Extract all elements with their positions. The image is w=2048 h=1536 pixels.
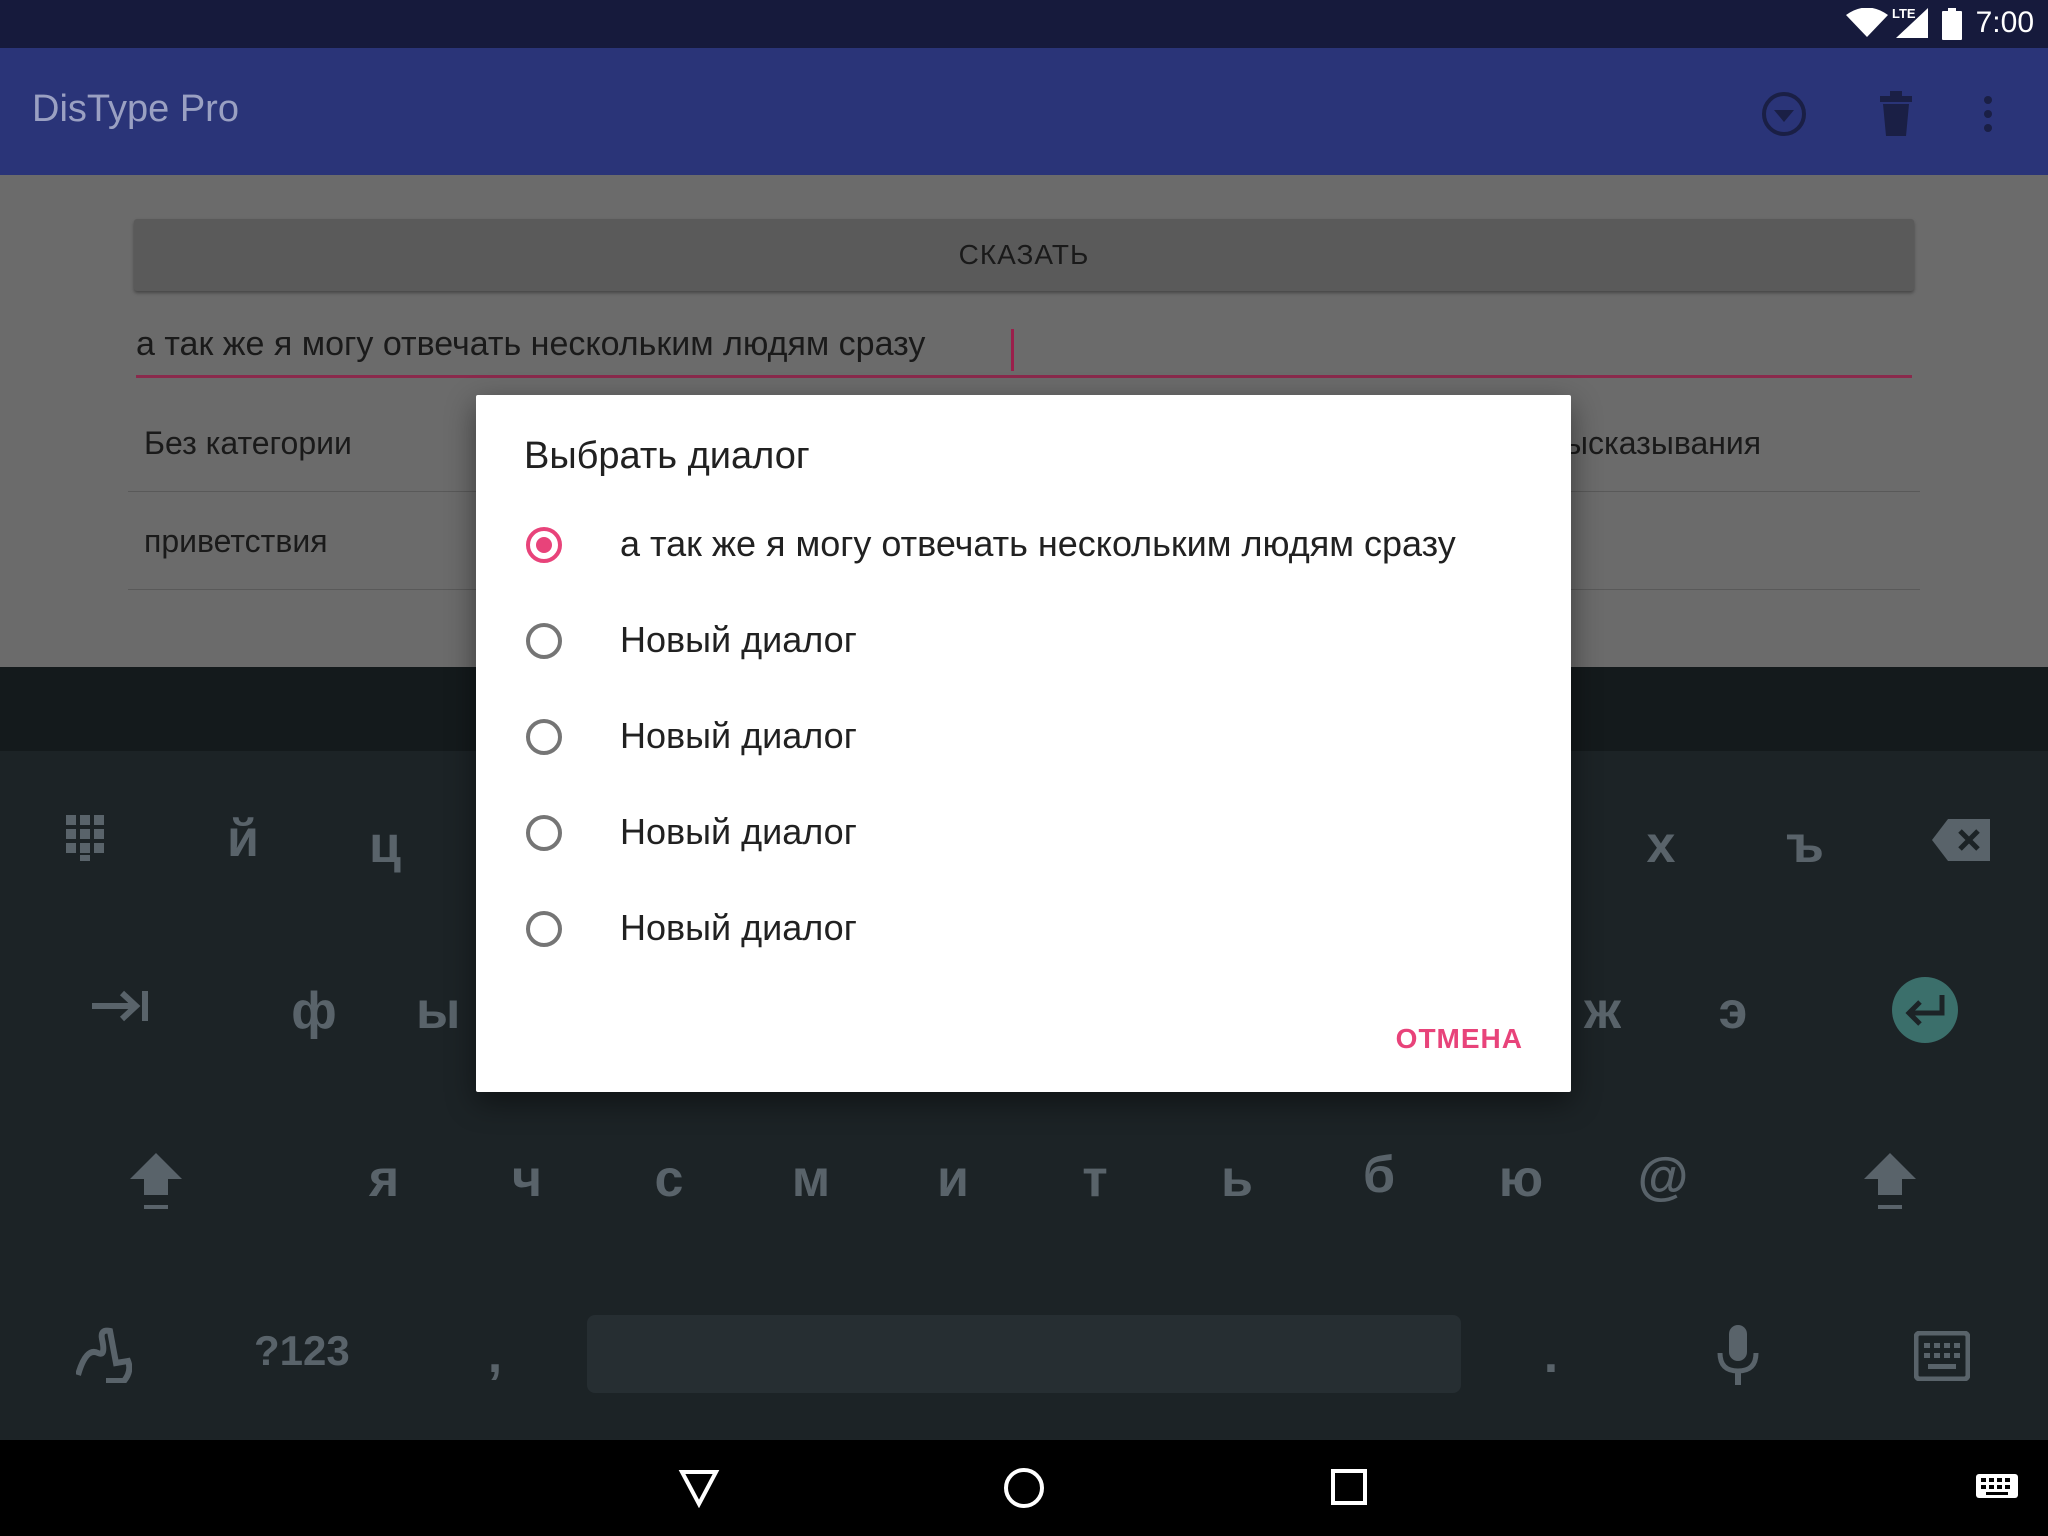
key-ь[interactable]: ь	[1197, 1149, 1277, 1209]
tab-icon[interactable]	[92, 989, 152, 1023]
radio-button-checked[interactable]	[526, 527, 562, 563]
numpad-icon[interactable]	[66, 813, 106, 861]
text-caret	[1011, 329, 1014, 371]
dialog-option-label: Новый диалог	[620, 811, 857, 852]
dropdown-circle-icon[interactable]	[1756, 86, 1812, 142]
dialog-option-label: Новый диалог	[620, 619, 857, 660]
dialog-option[interactable]: Новый диалог	[476, 789, 1571, 885]
radio-dot	[536, 537, 552, 553]
app-title: DisType Pro	[32, 88, 239, 130]
category-item-no-category[interactable]: Без категории	[144, 425, 352, 462]
key-ж[interactable]: ж	[1571, 981, 1621, 1051]
key-ц[interactable]: ц	[345, 815, 425, 875]
say-button[interactable]: СКАЗАТЬ	[134, 219, 1914, 291]
category-item-statements[interactable]: высказывания	[1548, 425, 1761, 462]
radio-button[interactable]	[526, 815, 562, 851]
key-comma[interactable]: ,	[455, 1325, 535, 1385]
more-vert-icon[interactable]	[1960, 86, 2016, 142]
keyboard-settings-icon[interactable]	[1914, 1331, 1970, 1381]
dialog-option-label: а так же я могу отвечать нескольким людя…	[620, 523, 1456, 564]
key-б[interactable]: б	[1339, 1145, 1419, 1205]
category-item-greetings[interactable]: приветствия	[144, 523, 328, 560]
message-input[interactable]: а так же я могу отвечать нескольким людя…	[136, 325, 1912, 377]
key-ъ[interactable]: ъ	[1765, 815, 1845, 875]
key-э[interactable]: э	[1693, 981, 1773, 1041]
key-ч[interactable]: ч	[487, 1149, 567, 1209]
shift-right-icon[interactable]	[1862, 1151, 1918, 1211]
key-х[interactable]: х	[1621, 815, 1701, 875]
status-time: 7:00	[1975, 6, 2034, 39]
key-м[interactable]: м	[771, 1149, 851, 1209]
enter-button[interactable]	[1892, 977, 1958, 1043]
key-ы[interactable]: ы	[416, 981, 476, 1051]
keyboard-switch-icon[interactable]	[1976, 1474, 2018, 1502]
wifi-icon	[1846, 8, 1888, 37]
key-at[interactable]: @	[1623, 1147, 1703, 1207]
radio-button[interactable]	[526, 719, 562, 755]
key-й[interactable]: й	[203, 809, 283, 869]
key-ю[interactable]: ю	[1481, 1149, 1561, 1209]
dialog-option-label: Новый диалог	[620, 715, 857, 756]
enter-icon	[1905, 995, 1945, 1026]
dialog-option[interactable]: Новый диалог	[476, 597, 1571, 693]
key-и[interactable]: и	[913, 1149, 993, 1209]
microphone-icon[interactable]	[1716, 1325, 1760, 1387]
dialog-option[interactable]: Новый диалог	[476, 885, 1571, 981]
radio-button[interactable]	[526, 911, 562, 947]
dialog-option[interactable]: Новый диалог	[476, 693, 1571, 789]
symbols-key[interactable]: ?123	[254, 1327, 350, 1375]
input-underline	[136, 375, 1912, 378]
backspace-icon[interactable]	[1932, 819, 1990, 861]
key-т[interactable]: т	[1055, 1149, 1135, 1209]
dialog-option[interactable]: а так же я могу отвечать нескольким людя…	[476, 501, 1571, 597]
app-bar: DisType Pro	[0, 48, 2048, 175]
home-icon[interactable]	[1002, 1466, 1046, 1510]
dialog-option-label: Новый диалог	[620, 907, 857, 948]
key-period[interactable]: .	[1511, 1325, 1591, 1385]
back-icon[interactable]	[678, 1468, 720, 1508]
status-bar: LTE 7:00	[0, 0, 2048, 48]
key-ф[interactable]: ф	[274, 981, 354, 1041]
trash-icon[interactable]	[1868, 86, 1924, 142]
recents-icon[interactable]	[1330, 1468, 1368, 1506]
spacebar[interactable]	[587, 1315, 1461, 1393]
dialog-title: Выбрать диалог	[524, 435, 810, 477]
select-dialog: Выбрать диалог а так же я могу отвечать …	[476, 395, 1571, 1092]
swipe-gesture-icon[interactable]	[76, 1327, 132, 1383]
cancel-button[interactable]: ОТМЕНА	[1396, 1023, 1523, 1055]
battery-icon	[1942, 8, 1962, 40]
radio-button[interactable]	[526, 623, 562, 659]
navigation-bar	[0, 1440, 2048, 1536]
key-с[interactable]: с	[629, 1149, 709, 1209]
key-я[interactable]: я	[344, 1149, 424, 1209]
cell-signal-icon	[1896, 8, 1928, 38]
shift-left-icon[interactable]	[128, 1151, 184, 1211]
